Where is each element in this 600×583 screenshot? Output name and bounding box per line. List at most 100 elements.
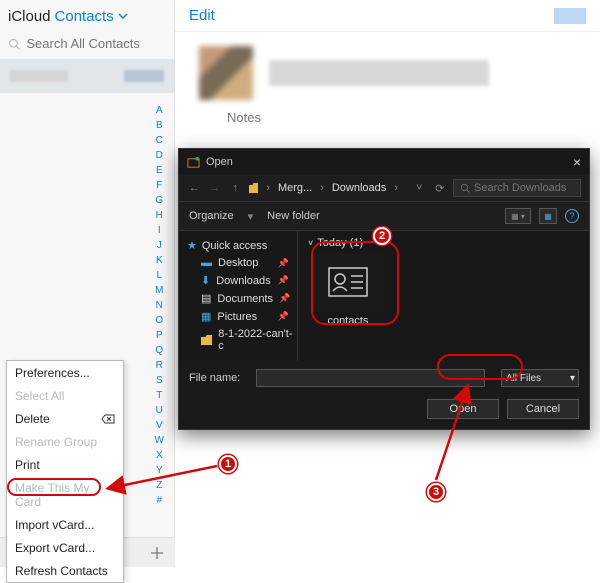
search-row[interactable] [0,32,174,59]
index-letter[interactable]: E [155,165,164,176]
folder-icon [249,183,259,193]
dialog-buttons: Open Cancel [179,395,589,429]
new-folder-button[interactable]: New folder [267,210,320,222]
nav-folder-8[interactable]: 8-1-2022-can't-c [187,328,293,352]
nav-back-icon[interactable]: ← [187,182,202,194]
account-chip[interactable] [554,8,586,24]
backspace-icon [101,414,115,424]
file-label: contacts [308,315,388,327]
refresh-icon[interactable]: ⟳ [432,182,447,195]
index-letter[interactable]: H [155,210,164,221]
menu-preferences[interactable]: Preferences... [7,361,123,384]
index-letter[interactable]: F [155,180,164,191]
index-letter[interactable]: V [155,420,164,431]
index-letter[interactable]: M [155,285,164,296]
nav-desktop[interactable]: ▬Desktop📌 [187,257,293,269]
nav-pictures[interactable]: ▦Pictures📌 [187,310,293,323]
index-letter[interactable]: Q [155,345,164,356]
organize-menu[interactable]: Organize [189,210,234,222]
nav-quick-access[interactable]: ★Quick access [187,239,293,252]
menu-refresh[interactable]: Refresh Contacts [7,559,123,582]
dialog-file-list: ˅Today (1) contacts [297,231,589,361]
nav-up-icon[interactable]: ↑ [228,182,243,194]
search-input[interactable] [26,36,166,51]
contact-list-item[interactable] [0,59,174,93]
index-letter[interactable]: L [155,270,164,281]
contact-header [175,32,600,110]
help-icon[interactable]: ? [565,209,579,223]
contact-name [269,60,489,86]
dialog-filename-row: File name: All Files▾ [179,361,589,395]
menu-export-vcard[interactable]: Export vCard... [7,536,123,559]
index-letter[interactable]: C [155,135,164,146]
index-letter[interactable]: A [155,105,164,116]
vcard-file-icon [312,253,384,311]
view-mode-button[interactable]: ▦ ▾ [505,208,531,224]
crumb-user[interactable]: Merg... [278,182,312,194]
menu-delete[interactable]: Delete [7,407,123,430]
index-letter[interactable]: G [155,195,164,206]
preview-pane-button[interactable]: ▦ [539,208,557,224]
open-dialog-icon [187,156,200,169]
menu-select-all: Select All [7,384,123,407]
filename-input[interactable] [256,369,485,387]
index-letter[interactable]: U [155,405,164,416]
notes-label: Notes [175,110,600,125]
annotation-badge-2: 2 [373,227,391,245]
index-letter[interactable]: P [155,330,164,341]
dialog-search-input[interactable] [474,182,574,194]
menu-make-my-card: Make This My Card [7,476,123,513]
nav-documents[interactable]: ▤Documents📌 [187,292,293,305]
dialog-titlebar: Open × [179,149,589,175]
dropdown-icon[interactable]: ˅ [412,182,427,194]
index-letter[interactable]: W [155,435,164,446]
file-open-dialog: Open × ← → ↑ › Merg... › Downloads › ˅ ⟳… [178,148,590,430]
file-filter-dropdown[interactable]: All Files▾ [501,369,579,387]
dialog-path-bar: ← → ↑ › Merg... › Downloads › ˅ ⟳ [179,175,589,201]
brand-icloud: iCloud [8,8,51,25]
search-icon [460,183,470,193]
alpha-index[interactable]: ABCDEFGHIJKLMNOPQRSTUVWXYZ # [155,105,164,506]
index-letter[interactable]: X [155,450,164,461]
dialog-title: Open [206,156,233,168]
index-letter[interactable]: # [155,495,164,506]
index-letter[interactable]: O [155,315,164,326]
edit-button[interactable]: Edit [189,7,215,24]
search-icon [8,37,20,51]
index-letter[interactable]: R [155,360,164,371]
nav-fwd-icon[interactable]: → [208,182,223,194]
crumb-downloads[interactable]: Downloads [332,182,386,194]
filename-label: File name: [189,372,240,384]
plus-icon[interactable] [149,545,165,561]
file-tile-contacts[interactable]: contacts [308,253,388,327]
group-today[interactable]: ˅Today (1) [308,237,579,249]
brand-row[interactable]: iCloud Contacts [0,0,174,32]
index-letter[interactable]: B [155,120,164,131]
index-letter[interactable]: I [155,225,164,236]
index-letter[interactable]: J [155,240,164,251]
annotation-badge-1: 1 [219,455,237,473]
index-letter[interactable]: S [155,375,164,386]
close-icon[interactable]: × [573,154,581,170]
open-button[interactable]: Open [427,399,499,419]
menu-rename-group: Rename Group [7,430,123,453]
cancel-button[interactable]: Cancel [507,399,579,419]
chevron-down-icon [118,11,128,21]
dialog-search[interactable] [453,179,581,197]
menu-import-vcard[interactable]: Import vCard... [7,513,123,536]
index-letter[interactable]: T [155,390,164,401]
index-letter[interactable]: Z [155,480,164,491]
index-letter[interactable]: K [155,255,164,266]
avatar [199,46,253,100]
index-letter[interactable]: D [155,150,164,161]
index-letter[interactable]: N [155,300,164,311]
annotation-badge-3: 3 [427,483,445,501]
nav-downloads[interactable]: ⬇Downloads📌 [187,274,293,287]
dialog-nav-pane: ★Quick access ▬Desktop📌 ⬇Downloads📌 ▤Doc… [179,231,297,361]
detail-toolbar: Edit [175,0,600,32]
index-letter[interactable]: Y [155,465,164,476]
menu-print[interactable]: Print [7,453,123,476]
menu-delete-label: Delete [15,412,50,426]
brand-contacts: Contacts [55,8,114,25]
settings-context-menu: Preferences... Select All Delete Rename … [6,360,124,583]
